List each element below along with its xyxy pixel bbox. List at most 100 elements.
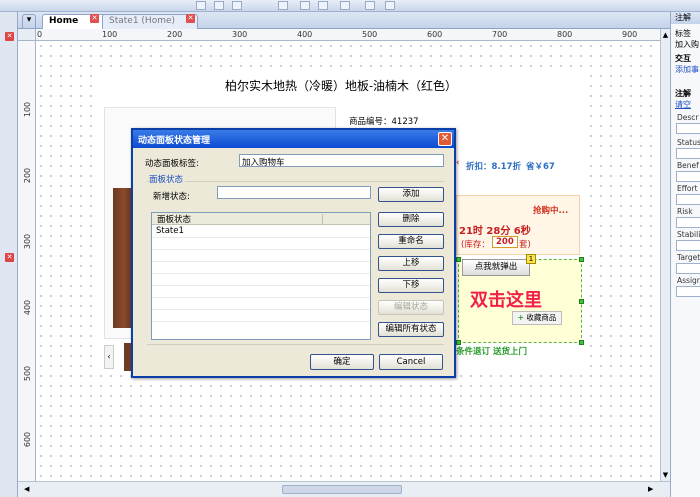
scroll-up-icon[interactable]: ▲ [662, 31, 669, 39]
tab-state1[interactable]: State1 (Home) [102, 14, 198, 29]
toolbar-button[interactable] [232, 1, 242, 10]
close-icon[interactable]: ✕ [438, 132, 452, 146]
double-click-hint[interactable]: 双击这里 [470, 286, 542, 312]
ruler-tick-label: 100 [23, 101, 33, 118]
label-value[interactable]: 加入购 [675, 39, 700, 50]
service-text: 条件退订 送货上门 [456, 347, 527, 357]
stock-value: 200 [492, 236, 518, 248]
dialog-separator [147, 344, 444, 345]
product-title: 柏尔实木地热（冷暖）地板-油楠木（红色） [224, 79, 458, 93]
field-input[interactable] [676, 194, 700, 205]
new-state-caption: 新增状态: [153, 192, 190, 202]
tab-home-label: Home [49, 16, 79, 26]
state-list[interactable]: 面板状态 State1 [151, 212, 371, 340]
add-button[interactable]: 添加 [378, 187, 444, 202]
toolbar-button[interactable] [214, 1, 224, 10]
countdown: 21时 28分 6秒 [459, 226, 531, 237]
resize-handle[interactable] [579, 257, 584, 262]
horizontal-scrollbar[interactable]: ◀ ▶ [18, 481, 670, 497]
field-label: Target [677, 253, 700, 262]
interaction-badge: 1 [526, 254, 536, 264]
tab-menu-icon[interactable]: ▾ [22, 14, 36, 29]
field-input[interactable] [676, 286, 700, 297]
close-icon[interactable]: ✕ [5, 32, 14, 41]
horizontal-ruler: 0 100 200 300 400 500 600 700 800 900 [36, 29, 660, 41]
list-row-line [152, 261, 370, 262]
tab-state1-label: State1 (Home) [109, 16, 176, 26]
cancel-button[interactable]: Cancel [379, 354, 443, 370]
field-input[interactable] [676, 171, 700, 182]
field-input[interactable] [676, 217, 700, 228]
scroll-thumb[interactable] [282, 485, 402, 494]
toolbar-button[interactable] [340, 1, 350, 10]
field-input[interactable] [676, 123, 700, 134]
field-label: Assign [677, 276, 700, 285]
list-row-line [152, 309, 370, 310]
ruler-tick-label: 600 [427, 30, 443, 39]
ruler-tick-label: 0 [37, 30, 43, 39]
edit-state-button[interactable]: 编辑状态 [378, 300, 444, 315]
ruler-tick-label: 900 [622, 30, 638, 39]
column-divider [322, 214, 323, 224]
left-panel: ✕ ✕ [0, 12, 18, 497]
scroll-right-icon[interactable]: ▶ [648, 485, 653, 493]
field-label: Risk [677, 207, 693, 216]
toolbar-button[interactable] [196, 1, 206, 10]
list-row-line [152, 249, 370, 250]
toolbar-button[interactable] [365, 1, 375, 10]
new-state-input[interactable] [217, 186, 371, 199]
vertical-ruler: 100 200 300 400 500 600 [18, 41, 36, 481]
rename-button[interactable]: 重命名 [378, 234, 444, 249]
ruler-tick-label: 500 [362, 30, 378, 39]
promo-box: 抢购中... 21时 28分 6秒 (库存： 200 套) [456, 195, 580, 255]
add-case-link[interactable]: 添加事 [675, 64, 700, 75]
resize-handle[interactable] [579, 299, 584, 304]
list-item[interactable]: State1 [156, 226, 184, 236]
favorite-label: 收藏商品 [526, 313, 557, 322]
list-row-line [152, 321, 370, 322]
toolbar-button[interactable] [318, 1, 328, 10]
resize-handle[interactable] [456, 257, 461, 262]
list-row-line [152, 285, 370, 286]
top-toolbar [0, 0, 700, 12]
stock-unit: 套) [519, 240, 531, 250]
arrow-icon: ‹ [456, 158, 460, 168]
interaction-caption: 交互 [675, 54, 691, 63]
popup-button[interactable]: 点我就弹出 [462, 259, 530, 276]
edit-all-states-button[interactable]: 编辑所有状态 [378, 322, 444, 337]
scroll-down-icon[interactable]: ▼ [662, 471, 669, 479]
ruler-tick-label: 300 [23, 233, 33, 250]
right-panel: 注解 标签 加入购 交互 添加事 注解 请空 Descr Status Bene… [670, 12, 700, 497]
dynamic-panel-state-dialog: 动态面板状态管理 ✕ 动态面板标签: 加入购物车 面板状态 新增状态: 添加 面… [131, 128, 456, 378]
move-down-button[interactable]: 下移 [378, 278, 444, 293]
list-row-line [152, 237, 370, 238]
field-input[interactable] [676, 240, 700, 251]
panel-label-input[interactable]: 加入购物车 [239, 154, 444, 168]
product-code: 商品编号：41237 [349, 117, 419, 127]
favorite-button[interactable]: + 收藏商品 [512, 311, 562, 325]
close-tab-icon[interactable]: ✕ [186, 14, 195, 23]
ruler-tick-label: 100 [102, 30, 118, 39]
toolbar-button[interactable] [385, 1, 395, 10]
arrow-left-icon[interactable]: ‹ [104, 345, 114, 369]
clear-link[interactable]: 请空 [675, 99, 700, 110]
group-divider [147, 181, 444, 182]
vertical-scrollbar[interactable]: ▲ ▼ [660, 29, 670, 481]
save-text: 省￥67 [526, 162, 555, 172]
delete-button[interactable]: 删除 [378, 212, 444, 227]
toolbar-button[interactable] [278, 1, 288, 10]
scroll-left-icon[interactable]: ◀ [24, 485, 29, 493]
resize-handle[interactable] [579, 340, 584, 345]
close-tab-icon[interactable]: ✕ [90, 14, 99, 23]
dialog-title-bar[interactable]: 动态面板状态管理 [133, 130, 454, 148]
label-caption: 标签 [675, 29, 691, 38]
field-input[interactable] [676, 263, 700, 274]
move-up-button[interactable]: 上移 [378, 256, 444, 271]
toolbar-button[interactable] [300, 1, 310, 10]
close-icon[interactable]: ✕ [5, 253, 14, 262]
ruler-tick-label: 200 [167, 30, 183, 39]
field-input[interactable] [676, 148, 700, 159]
dialog-title: 动态面板状态管理 [138, 136, 211, 146]
ok-button[interactable]: 确定 [310, 354, 374, 370]
plus-icon: + [517, 313, 524, 322]
